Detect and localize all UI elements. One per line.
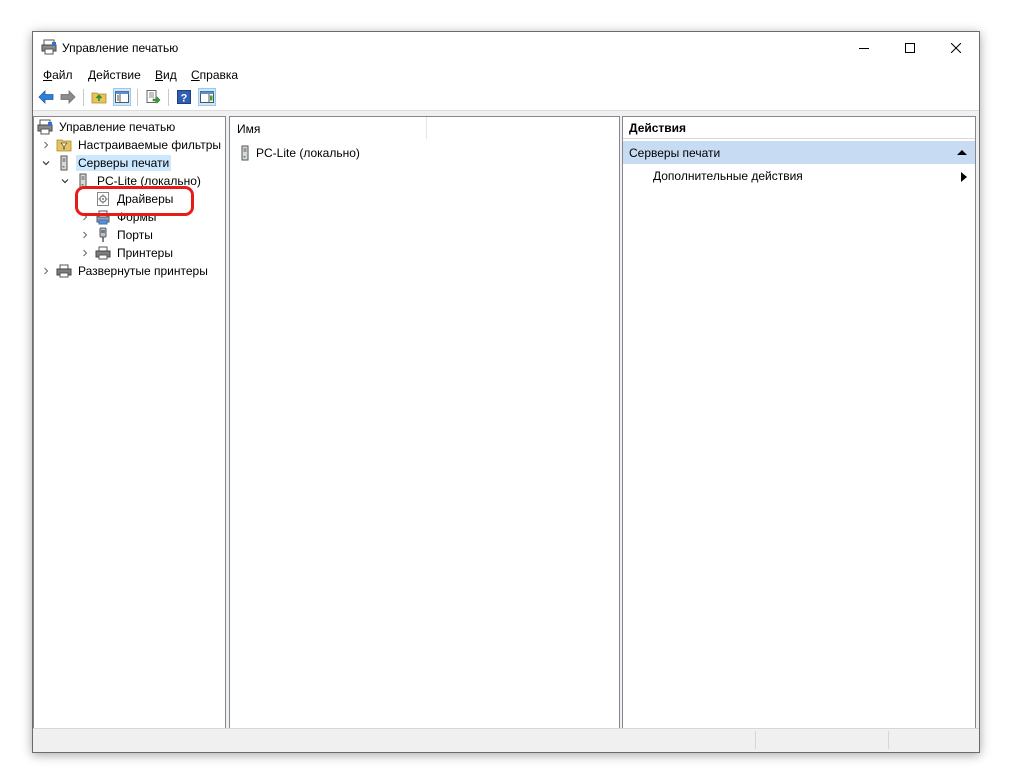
actions-section-label: Серверы печати <box>629 146 721 160</box>
menu-action-label: ействие <box>96 68 141 82</box>
menu-help[interactable]: Справка <box>191 68 238 82</box>
print-management-window: Управление печатью Файл Действие Вид Спр… <box>32 31 980 753</box>
tree-item-drivers[interactable]: Драйверы <box>78 190 175 208</box>
tree-item-label: Порты <box>117 228 153 242</box>
filter-folder-icon <box>56 137 72 153</box>
window-title: Управление печатью <box>62 41 179 55</box>
toolbar-separator <box>168 89 169 106</box>
tree-item-custom-filters[interactable]: Настраиваемые фильтры <box>39 136 223 154</box>
tree-item-forms[interactable]: Формы <box>78 208 158 226</box>
title-bar: Управление печатью <box>33 32 979 63</box>
toolbar: ? <box>33 85 979 111</box>
action-more-actions-label: Дополнительные действия <box>653 169 803 183</box>
up-folder-icon <box>91 92 107 104</box>
maximize-button[interactable] <box>887 32 933 63</box>
console-tree-pane: Управление печатью Настраиваемые фильтры <box>33 116 226 729</box>
maximize-icon <box>905 42 915 53</box>
back-arrow-icon <box>38 90 54 104</box>
chevron-down-icon[interactable] <box>39 156 53 170</box>
menu-help-label: правка <box>199 68 239 82</box>
status-bar-cell <box>755 731 888 749</box>
deployed-printers-icon <box>56 263 72 279</box>
driver-gear-icon <box>95 191 111 207</box>
help-icon: ? <box>177 90 191 105</box>
column-header-name[interactable]: Имя <box>230 117 427 139</box>
tree-item-ports[interactable]: Порты <box>78 226 155 244</box>
no-expander <box>78 192 92 206</box>
tree-item-label: Настраиваемые фильтры <box>78 138 222 152</box>
server-icon <box>237 145 253 161</box>
tree-item-label: Развернутые принтеры <box>78 264 208 278</box>
close-icon <box>951 42 961 53</box>
action-more-actions[interactable]: Дополнительные действия <box>653 169 971 187</box>
toolbar-separator <box>83 89 84 106</box>
menu-file[interactable]: Файл <box>43 68 73 82</box>
export-list-icon <box>146 90 161 104</box>
back-button[interactable] <box>37 88 55 106</box>
actions-pane: Действия Серверы печати Дополнительные д… <box>622 116 976 729</box>
tree-item-deployed-printers[interactable]: Развернутые принтеры <box>39 262 210 280</box>
collapse-triangle-icon[interactable] <box>957 149 967 156</box>
print-server-icon <box>56 155 72 171</box>
actions-header-label: Действия <box>629 121 687 135</box>
status-bar <box>33 728 979 752</box>
chevron-right-icon[interactable] <box>39 264 53 278</box>
print-management-app-icon <box>41 39 57 55</box>
help-button[interactable]: ? <box>175 88 193 106</box>
print-management-icon <box>37 119 53 135</box>
list-item[interactable]: PC-Lite (локально) <box>237 144 360 162</box>
menu-view-label: ид <box>163 68 177 82</box>
menu-view[interactable]: Вид <box>155 68 177 82</box>
show-hide-action-pane-icon <box>200 91 214 103</box>
export-list-button[interactable] <box>144 88 162 106</box>
show-hide-action-pane-button[interactable] <box>198 88 216 106</box>
close-button[interactable] <box>933 32 979 63</box>
menu-action[interactable]: Действие <box>88 68 141 82</box>
menu-view-accesskey: В <box>155 68 164 82</box>
tree-item-label: Драйверы <box>117 192 174 206</box>
tree-item-label: PC-Lite (локально) <box>97 174 201 188</box>
submenu-arrow-icon <box>961 172 967 182</box>
tree-item-label: Принтеры <box>117 246 173 260</box>
results-list-pane: Имя PC-Lite (локально) <box>229 116 620 729</box>
show-hide-tree-icon <box>115 91 129 103</box>
tree-item-printers[interactable]: Принтеры <box>78 244 175 262</box>
actions-section-print-servers[interactable]: Серверы печати <box>623 141 975 164</box>
chevron-right-icon[interactable] <box>78 228 92 242</box>
port-plug-icon <box>95 227 111 243</box>
actions-header: Действия <box>623 117 975 139</box>
menu-action-accesskey: Д <box>88 68 97 82</box>
column-header-label: Имя <box>237 122 261 136</box>
chevron-down-icon[interactable] <box>58 174 72 188</box>
menu-file-accesskey: Ф <box>43 68 53 82</box>
menu-bar: Файл Действие Вид Справка <box>33 63 979 85</box>
menu-file-label: айл <box>52 68 73 82</box>
tree-item-pc-lite[interactable]: PC-Lite (локально) <box>58 172 203 190</box>
server-icon <box>75 173 91 189</box>
tree-item-label: Формы <box>117 210 157 224</box>
chevron-right-icon[interactable] <box>78 246 92 260</box>
forward-button[interactable] <box>59 88 77 106</box>
list-item-label: PC-Lite (локально) <box>256 146 360 160</box>
tree-item-print-servers[interactable]: Серверы печати <box>39 154 172 172</box>
chevron-right-icon[interactable] <box>39 138 53 152</box>
tree-item-label: Серверы печати <box>76 155 172 171</box>
svg-text:?: ? <box>181 93 188 105</box>
chevron-right-icon[interactable] <box>78 210 92 224</box>
forms-icon <box>95 209 111 225</box>
show-hide-console-tree-button[interactable] <box>113 88 131 106</box>
forward-arrow-icon <box>60 90 76 104</box>
tree-root-label: Управление печатью <box>59 120 176 134</box>
minimize-button[interactable] <box>841 32 887 63</box>
up-level-button[interactable] <box>90 88 108 106</box>
printer-icon <box>95 245 111 261</box>
tree-root-print-management[interactable]: Управление печатью <box>37 118 177 136</box>
toolbar-separator <box>137 89 138 106</box>
menu-help-accesskey: С <box>191 68 200 82</box>
status-bar-cell <box>888 731 979 749</box>
minimize-icon <box>859 47 869 49</box>
